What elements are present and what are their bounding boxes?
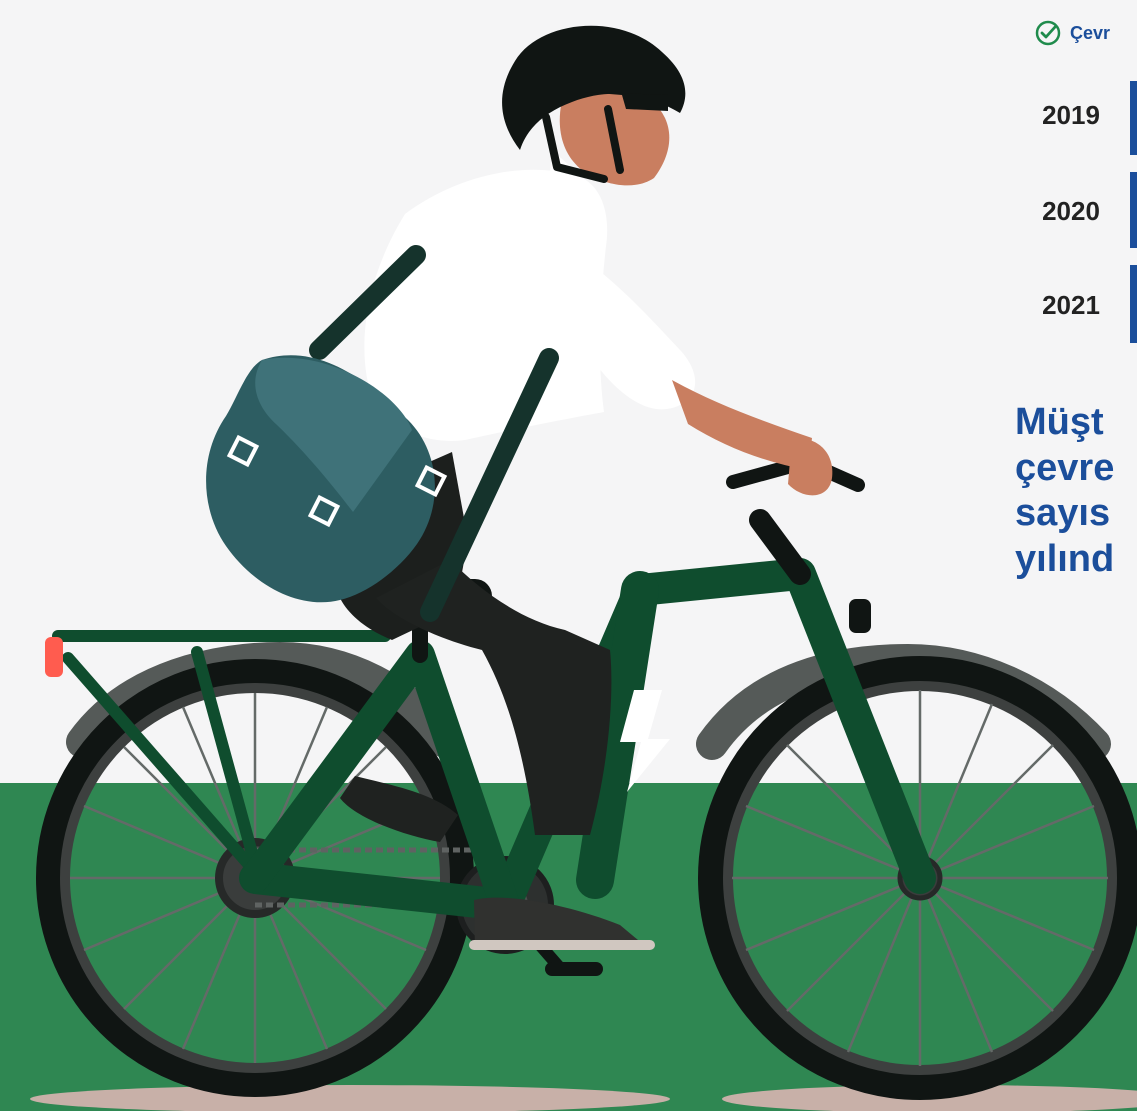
headline-line-1: Müşt	[1015, 401, 1104, 443]
chart-label-text: Çevr	[1070, 22, 1111, 43]
year-label-2019: 2019	[1042, 100, 1100, 130]
year-bar-2021	[1130, 265, 1137, 343]
cyclist-illustration	[0, 0, 1137, 1111]
year-label-2020: 2020	[1042, 196, 1100, 226]
headline-text: Müşt çevre sayıs yılınd	[1015, 400, 1137, 582]
check-circle-icon	[1035, 20, 1061, 46]
chart-label-row: Çevr	[1034, 18, 1110, 48]
year-bar-2020	[1130, 172, 1137, 248]
headline-line-3: sayıs	[1015, 492, 1111, 535]
year-bar-2019	[1130, 81, 1137, 155]
year-label-2021: 2021	[1042, 290, 1100, 320]
headline-line-2: çevre	[1015, 446, 1115, 489]
headline-line-4: yılınd	[1015, 537, 1115, 580]
